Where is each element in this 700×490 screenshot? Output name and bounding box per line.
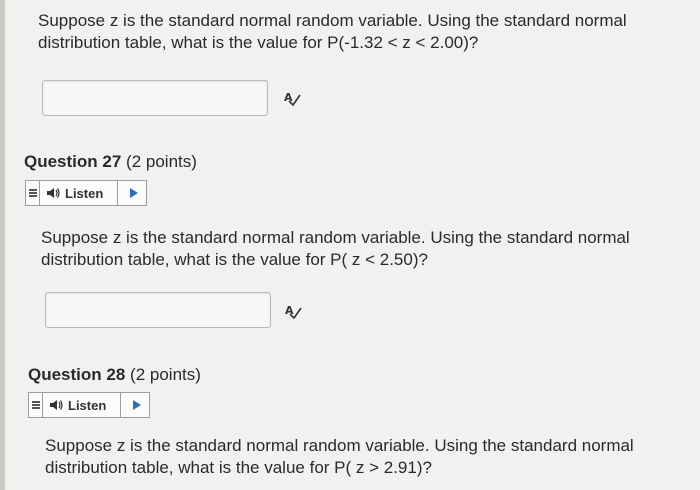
question-points: (2 points) <box>126 152 197 171</box>
menu-icon[interactable] <box>26 181 40 205</box>
question-points: (2 points) <box>130 365 201 384</box>
svg-text:A: A <box>285 304 294 317</box>
question-28-text: Suppose z is the standard normal random … <box>45 435 634 479</box>
question-text-line: Suppose z is the standard normal random … <box>38 11 627 30</box>
question-text-line: distribution table, what is the value fo… <box>45 458 432 477</box>
question-26-text: Suppose z is the standard normal random … <box>38 10 627 54</box>
play-icon[interactable] <box>133 400 141 410</box>
play-icon[interactable] <box>130 188 138 198</box>
listen-label: Listen <box>65 185 104 201</box>
spell-check-icon[interactable]: A <box>283 89 301 107</box>
answer-input-26[interactable] <box>42 80 268 116</box>
question-number: Question 28 <box>28 365 126 384</box>
question-text-line: Suppose z is the standard normal random … <box>45 436 634 455</box>
left-border <box>0 0 5 490</box>
spell-check-icon[interactable]: A <box>284 302 302 320</box>
menu-icon[interactable] <box>29 393 43 417</box>
listen-button-27[interactable]: Listen <box>25 180 147 206</box>
speaker-icon <box>50 400 63 410</box>
divider <box>117 181 118 205</box>
answer-input-27[interactable] <box>45 292 271 328</box>
svg-text:A: A <box>284 91 293 104</box>
question-number: Question 27 <box>24 152 122 171</box>
question-27-heading: Question 27 (2 points) <box>24 152 197 172</box>
listen-button-28[interactable]: Listen <box>28 392 150 418</box>
question-text-line: distribution table, what is the value fo… <box>41 250 428 269</box>
divider <box>120 393 121 417</box>
question-27-text: Suppose z is the standard normal random … <box>41 227 630 271</box>
speaker-icon <box>47 188 60 198</box>
question-text-line: distribution table, what is the value fo… <box>38 33 479 52</box>
listen-label: Listen <box>68 397 107 413</box>
question-28-heading: Question 28 (2 points) <box>28 365 201 385</box>
question-text-line: Suppose z is the standard normal random … <box>41 228 630 247</box>
